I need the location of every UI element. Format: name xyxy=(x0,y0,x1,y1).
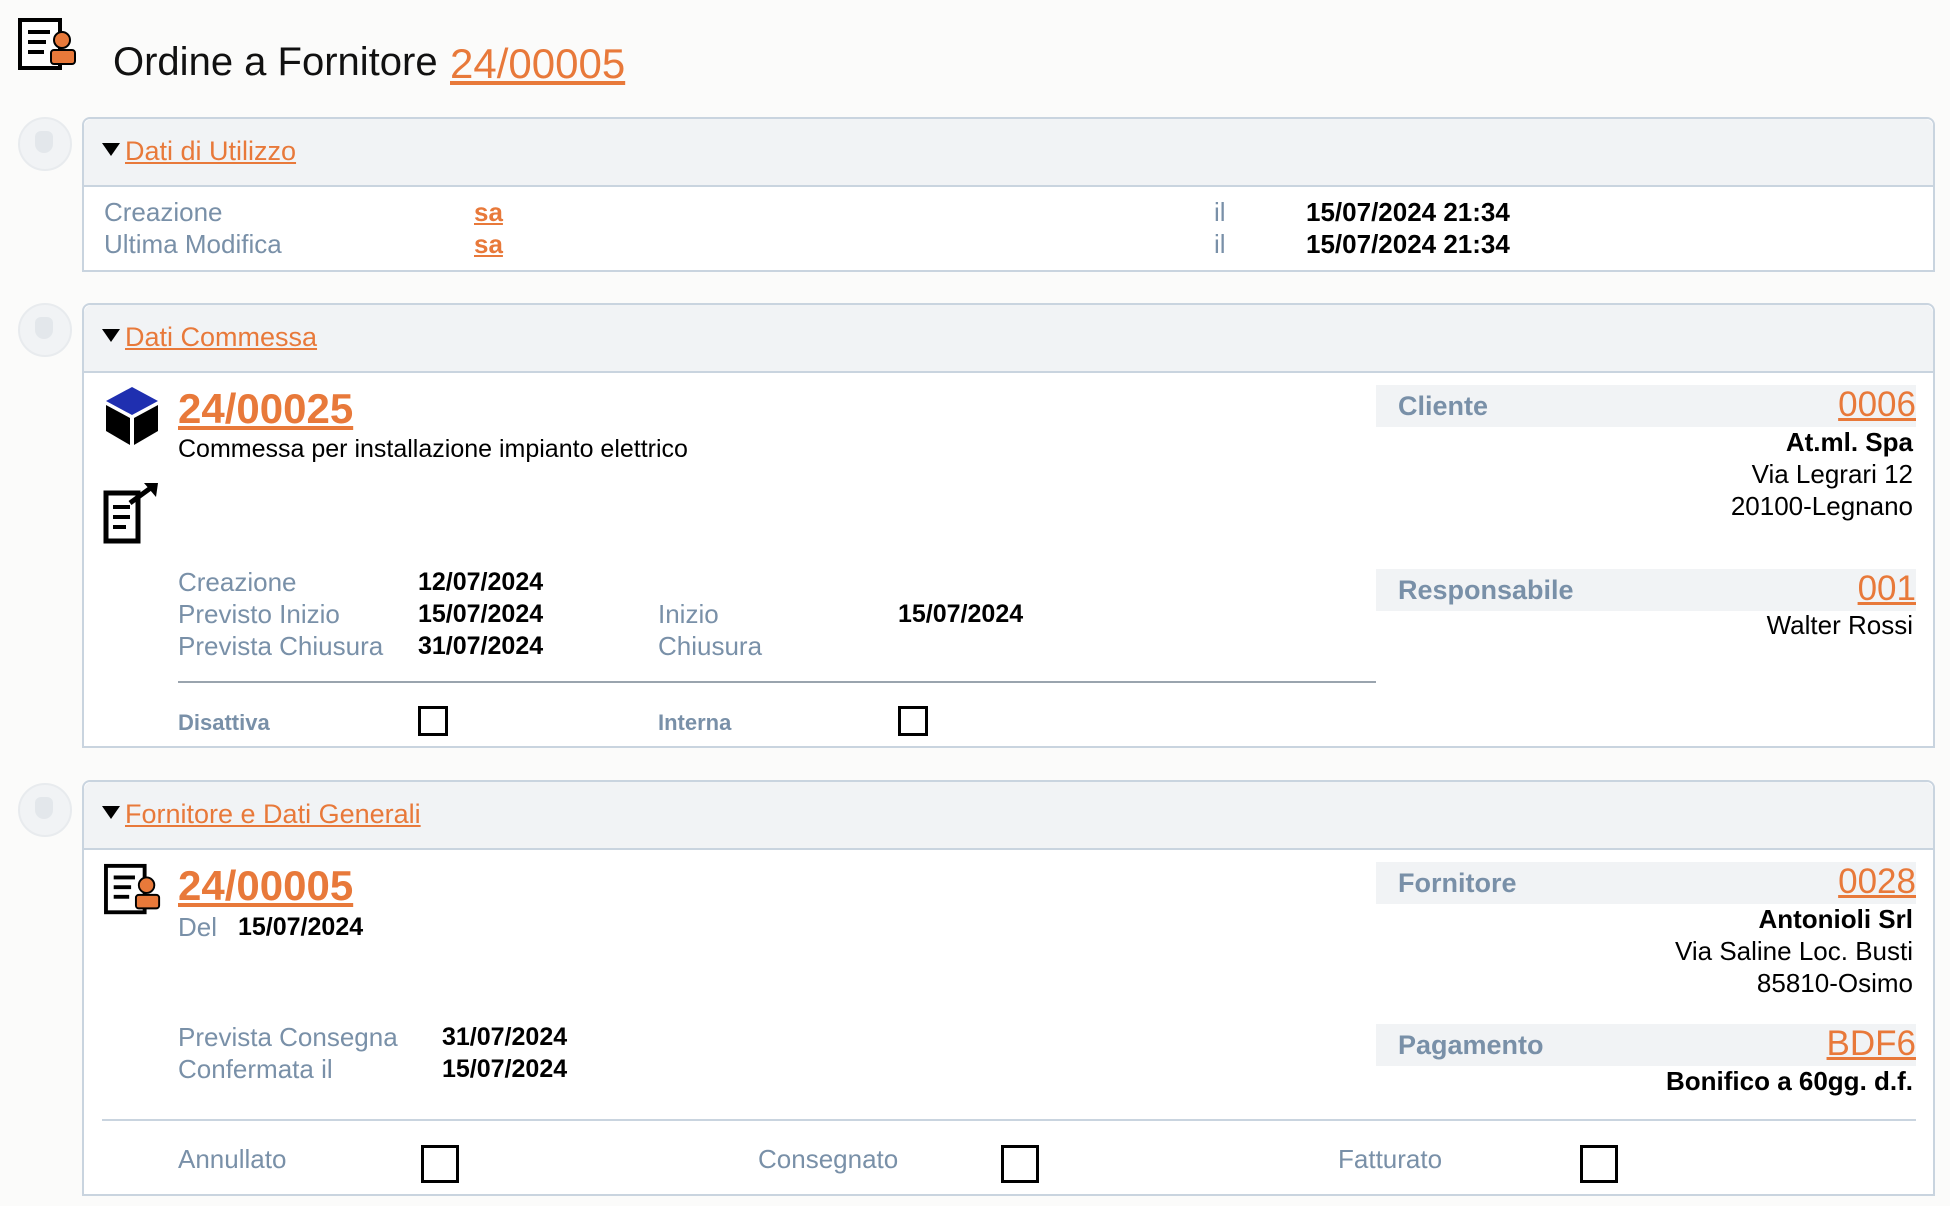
vendor-address: Via Saline Loc. Busti xyxy=(1675,936,1913,966)
customer-address: Via Legrari 12 xyxy=(1751,459,1913,489)
divider xyxy=(178,681,1376,683)
job-close-label: Chiusura xyxy=(658,631,763,661)
job-planned-start-label: Previsto Inizio xyxy=(178,599,340,629)
job-panel-title[interactable]: Dati Commessa xyxy=(125,322,317,353)
supplier-order-icon xyxy=(16,16,82,76)
confirmed-label: Confermata il xyxy=(178,1054,333,1084)
job-internal-label: Interna xyxy=(658,710,732,735)
job-internal-checkbox[interactable] xyxy=(898,706,928,736)
job-disabled-checkbox[interactable] xyxy=(418,706,448,736)
modified-label: Ultima Modifica xyxy=(104,229,282,259)
usage-panel: Dati di Utilizzo Creazione sa il 15/07/2… xyxy=(82,117,1935,272)
usage-panel-header[interactable]: Dati di Utilizzo xyxy=(84,119,1933,187)
divider xyxy=(102,1119,1916,1121)
job-start-value: 15/07/2024 xyxy=(898,600,1024,628)
side-toggle-icon[interactable] xyxy=(18,783,72,837)
invoiced-label: Fatturato xyxy=(1338,1144,1443,1174)
collapse-triangle-icon[interactable] xyxy=(102,329,120,342)
created-by-link[interactable]: sa xyxy=(474,197,503,228)
planned-delivery-label: Prevista Consegna xyxy=(178,1022,398,1052)
job-panel-header[interactable]: Dati Commessa xyxy=(84,305,1933,373)
payment-label: Pagamento xyxy=(1398,1030,1544,1060)
created-at-value: 15/07/2024 21:34 xyxy=(1306,197,1510,227)
manager-name: Walter Rossi xyxy=(1766,610,1913,640)
order-date-label: Del xyxy=(178,912,218,942)
supplier-panel-title[interactable]: Fornitore e Dati Generali xyxy=(125,799,421,830)
edit-document-icon[interactable] xyxy=(102,481,160,547)
side-toggle-icon[interactable] xyxy=(18,303,72,357)
usage-panel-title[interactable]: Dati di Utilizzo xyxy=(125,136,296,167)
customer-label: Cliente xyxy=(1398,391,1489,421)
payment-box: Pagamento BDF6 xyxy=(1376,1024,1916,1066)
confirmed-value: 15/07/2024 xyxy=(442,1055,568,1083)
manager-box: Responsabile 001 xyxy=(1376,569,1916,611)
supplier-order-icon xyxy=(102,862,166,920)
job-disabled-label: Disattiva xyxy=(178,710,270,735)
customer-code-link[interactable]: 0006 xyxy=(1838,385,1916,425)
delivered-checkbox[interactable] xyxy=(1001,1145,1039,1183)
modified-at-label: il xyxy=(1214,229,1226,259)
manager-code-link[interactable]: 001 xyxy=(1858,569,1916,609)
collapse-triangle-icon[interactable] xyxy=(102,143,120,156)
vendor-box: Fornitore 0028 xyxy=(1376,862,1916,904)
job-created-label: Creazione xyxy=(178,567,297,597)
vendor-code-link[interactable]: 0028 xyxy=(1838,862,1916,902)
supplier-panel: Fornitore e Dati Generali 24/00005 Del 1… xyxy=(82,780,1935,1196)
job-created-value: 12/07/2024 xyxy=(418,568,544,596)
vendor-city: 85810-Osimo xyxy=(1756,968,1913,998)
invoiced-checkbox[interactable] xyxy=(1580,1145,1618,1183)
page-title: Ordine a Fornitore xyxy=(113,40,438,84)
payment-description: Bonifico a 60gg. d.f. xyxy=(1665,1066,1913,1096)
job-code-link[interactable]: 24/00025 xyxy=(178,385,353,433)
job-planned-close-value: 31/07/2024 xyxy=(418,632,544,660)
payment-code-link[interactable]: BDF6 xyxy=(1827,1024,1916,1064)
job-panel: Dati Commessa 24/00025 Commessa per inst… xyxy=(82,303,1935,748)
created-at-label: il xyxy=(1214,197,1226,227)
vendor-label: Fornitore xyxy=(1398,868,1517,898)
cancelled-checkbox[interactable] xyxy=(421,1145,459,1183)
supplier-panel-header[interactable]: Fornitore e Dati Generali xyxy=(84,782,1933,850)
collapse-triangle-icon[interactable] xyxy=(102,806,120,819)
customer-box: Cliente 0006 xyxy=(1376,385,1916,427)
customer-city: 20100-Legnano xyxy=(1730,491,1913,521)
modified-by-link[interactable]: sa xyxy=(474,229,503,260)
order-date-value: 15/07/2024 xyxy=(238,913,364,941)
order-code-link[interactable]: 24/00005 xyxy=(178,862,353,910)
cancelled-label: Annullato xyxy=(178,1144,287,1174)
job-planned-close-label: Prevista Chiusura xyxy=(178,631,384,661)
side-toggle-icon[interactable] xyxy=(18,117,72,171)
job-planned-start-value: 15/07/2024 xyxy=(418,600,544,628)
planned-delivery-value: 31/07/2024 xyxy=(442,1023,568,1051)
created-label: Creazione xyxy=(104,197,223,227)
order-number-link[interactable]: 24/00005 xyxy=(450,40,625,88)
delivered-label: Consegnato xyxy=(758,1144,899,1174)
job-description: Commessa per installazione impianto elet… xyxy=(178,435,688,463)
job-cube-icon xyxy=(104,385,160,447)
manager-label: Responsabile xyxy=(1398,575,1574,605)
modified-at-value: 15/07/2024 21:34 xyxy=(1306,229,1510,259)
job-start-label: Inizio xyxy=(658,599,719,629)
customer-name: At.ml. Spa xyxy=(1785,427,1913,457)
vendor-name: Antonioli Srl xyxy=(1758,904,1913,934)
